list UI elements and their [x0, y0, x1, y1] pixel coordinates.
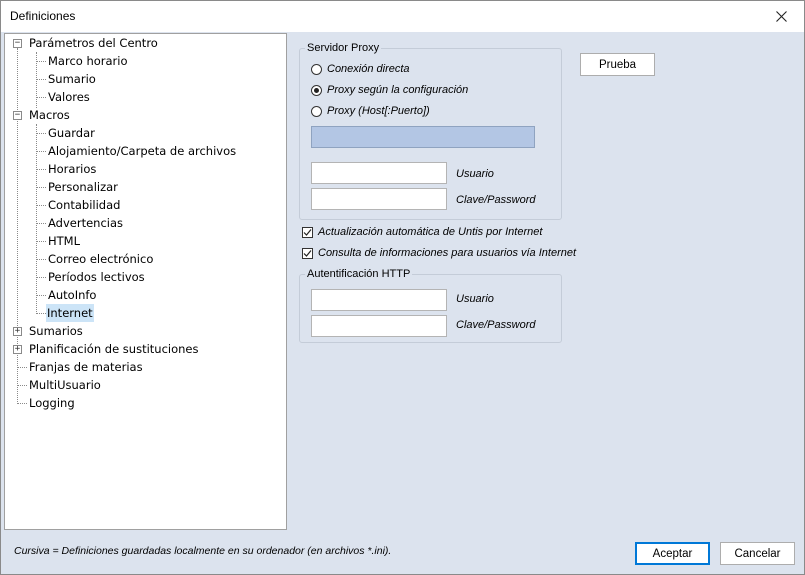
proxy-password-label: Clave/Password — [456, 194, 536, 206]
http-auth-group-title: Autentificación HTTP — [305, 268, 413, 280]
radio-label: Proxy según la configuración — [327, 84, 469, 96]
tree-item-contabilidad[interactable]: Contabilidad — [47, 196, 121, 214]
checkmark-icon — [303, 249, 312, 257]
http-user-input[interactable] — [311, 289, 447, 311]
collapse-icon[interactable]: − — [13, 111, 22, 120]
title-bar: Definiciones — [1, 1, 804, 32]
checkmark-icon — [303, 228, 312, 236]
tree-item-planificacion-de-sustituciones[interactable]: Planificación de sustituciones — [28, 340, 200, 358]
radio-proxy-host[interactable]: Proxy (Host[:Puerto]) — [311, 105, 430, 117]
radio-indicator — [311, 63, 322, 75]
user-info-query-checkbox[interactable]: Consulta de informaciones para usuarios … — [302, 247, 576, 259]
http-password-input[interactable] — [311, 315, 447, 337]
radio-label: Proxy (Host[:Puerto]) — [327, 105, 430, 117]
expand-icon[interactable]: + — [13, 327, 22, 336]
tree-item-personalizar[interactable]: Personalizar — [47, 178, 119, 196]
tree-item-marco-horario[interactable]: Marco horario — [47, 52, 129, 70]
close-button[interactable] — [758, 1, 804, 32]
accept-button[interactable]: Aceptar — [635, 542, 710, 565]
http-password-label: Clave/Password — [456, 319, 536, 331]
radio-direct-connection[interactable]: Conexión directa — [311, 63, 410, 75]
checkbox-label: Actualización automática de Untis por In… — [318, 226, 543, 238]
collapse-icon[interactable]: − — [13, 39, 22, 48]
tree-item-autoinfo[interactable]: AutoInfo — [47, 286, 97, 304]
tree-item-multiusuario[interactable]: MultiUsuario — [28, 376, 102, 394]
tree-item-sumarios[interactable]: Sumarios — [28, 322, 84, 340]
tree-item-parametros-del-centro[interactable]: Parámetros del Centro — [28, 34, 159, 52]
tree-item-franjas-de-materias[interactable]: Franjas de materias — [28, 358, 144, 376]
auto-update-checkbox[interactable]: Actualización automática de Untis por In… — [302, 226, 542, 238]
radio-indicator — [311, 105, 322, 117]
proxy-user-input[interactable] — [311, 162, 447, 184]
proxy-server-group-title: Servidor Proxy — [305, 42, 382, 54]
checkbox-label: Consulta de informaciones para usuarios … — [318, 247, 577, 259]
settings-tree[interactable]: − − + + Parámetros del Centro Marco hora… — [4, 33, 287, 530]
proxy-password-input[interactable] — [311, 188, 447, 210]
radio-proxy-by-config[interactable]: Proxy según la configuración — [311, 84, 468, 96]
proxy-user-label: Usuario — [456, 168, 494, 180]
tree-item-valores[interactable]: Valores — [47, 88, 91, 106]
tree-item-guardar[interactable]: Guardar — [47, 124, 96, 142]
checkbox-indicator — [302, 226, 313, 238]
tree-item-macros[interactable]: Macros — [28, 106, 71, 124]
cancel-button[interactable]: Cancelar — [720, 542, 795, 565]
window-title: Definiciones — [10, 9, 76, 23]
footer-note: Cursiva = Definiciones guardadas localme… — [14, 545, 392, 557]
tree-item-sumario[interactable]: Sumario — [47, 70, 97, 88]
checkbox-indicator — [302, 247, 313, 259]
tree-item-horarios[interactable]: Horarios — [47, 160, 97, 178]
radio-indicator — [311, 84, 322, 96]
tree-item-correo-electronico[interactable]: Correo electrónico — [47, 250, 154, 268]
tree-item-alojamiento[interactable]: Alojamiento/Carpeta de archivos — [47, 142, 237, 160]
tree-item-html[interactable]: HTML — [47, 232, 81, 250]
http-user-label: Usuario — [456, 293, 494, 305]
tree-item-internet[interactable]: Internet — [46, 304, 94, 322]
tree-item-periodos-lectivos[interactable]: Períodos lectivos — [47, 268, 146, 286]
settings-dialog: Definiciones − − + + Parámetros del Cent… — [0, 0, 805, 575]
proxy-host-input[interactable] — [311, 126, 535, 148]
test-button[interactable]: Prueba — [580, 53, 655, 76]
tree-item-logging[interactable]: Logging — [28, 394, 76, 412]
tree-item-advertencias[interactable]: Advertencias — [47, 214, 124, 232]
expand-icon[interactable]: + — [13, 345, 22, 354]
radio-label: Conexión directa — [327, 63, 410, 75]
close-icon — [775, 11, 787, 22]
